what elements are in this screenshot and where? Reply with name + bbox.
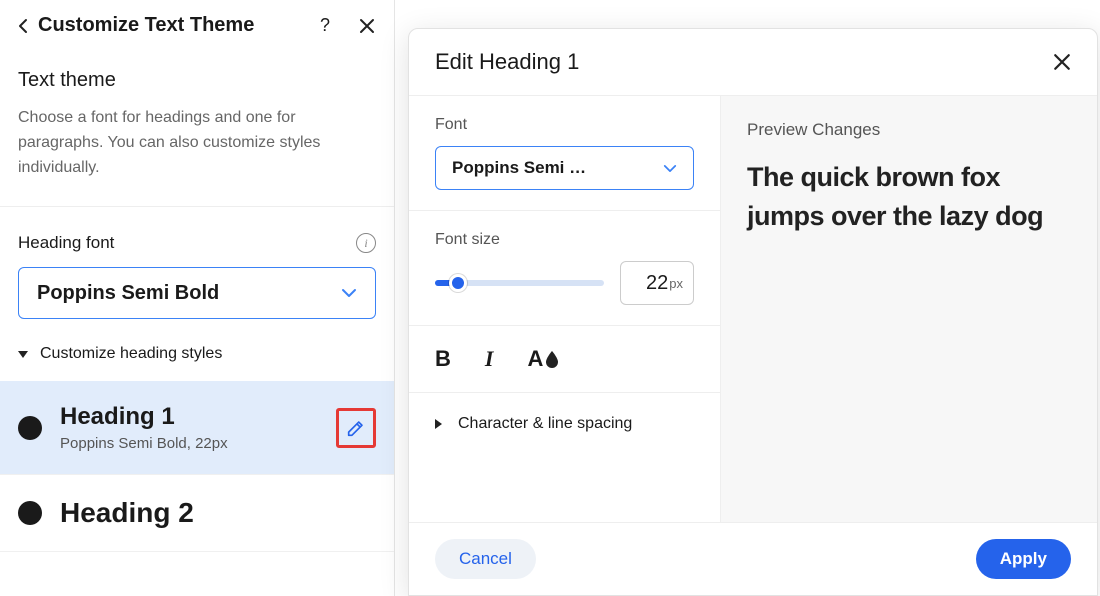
info-icon: i [364, 236, 367, 251]
popover-controls: Font Poppins Semi … Font size [409, 96, 721, 522]
font-size-input[interactable]: 22px [620, 261, 694, 305]
heading-2-name: Heading 2 [60, 497, 376, 529]
font-label: Font [435, 116, 694, 134]
text-color-a-icon: A [527, 346, 543, 372]
heading-item-1[interactable]: Heading 1 Poppins Semi Bold, 22px [0, 381, 394, 475]
font-select-value: Poppins Semi … [452, 158, 586, 178]
preview-text: The quick brown fox jumps over the lazy … [747, 158, 1071, 236]
heading-styles-list: Heading 1 Poppins Semi Bold, 22px Headin… [0, 381, 394, 552]
text-theme-description: Choose a font for headings and one for p… [18, 106, 376, 180]
popover-title: Edit Heading 1 [435, 49, 579, 75]
customize-heading-styles-label: Customize heading styles [40, 345, 222, 363]
triangle-down-icon [18, 351, 28, 358]
popover-footer: Cancel Apply [409, 522, 1097, 595]
chevron-left-icon [18, 18, 28, 34]
text-style-row: B I A [409, 326, 720, 393]
customize-text-theme-panel: Customize Text Theme ? Text theme Choose… [0, 0, 395, 596]
heading-1-detail: Poppins Semi Bold, 22px [60, 435, 318, 452]
popover-close-button[interactable] [1053, 53, 1071, 71]
heading-font-info[interactable]: i [356, 233, 376, 253]
bullet-icon [18, 501, 42, 525]
font-size-label: Font size [435, 231, 694, 249]
spacing-label: Character & line spacing [458, 415, 632, 433]
preview-panel: Preview Changes The quick brown fox jump… [721, 96, 1097, 522]
drop-icon [545, 350, 559, 368]
panel-title: Customize Text Theme [38, 14, 316, 37]
slider-thumb[interactable] [449, 274, 467, 292]
text-theme-heading: Text theme [18, 69, 376, 92]
italic-button[interactable]: I [485, 346, 494, 372]
chevron-down-icon [663, 164, 677, 173]
font-size-slider[interactable] [435, 273, 604, 293]
heading-font-label: Heading font [18, 233, 114, 253]
heading-item-2[interactable]: Heading 2 [0, 475, 394, 552]
font-size-value: 22 [646, 272, 668, 295]
close-panel-button[interactable] [358, 17, 376, 35]
divider [0, 206, 394, 207]
pencil-icon[interactable] [345, 417, 367, 439]
help-icon: ? [320, 15, 330, 36]
heading-1-name: Heading 1 [60, 403, 318, 431]
bold-icon: B [435, 346, 451, 372]
character-line-spacing-toggle[interactable]: Character & line spacing [409, 393, 720, 455]
font-select[interactable]: Poppins Semi … [435, 146, 694, 190]
chevron-down-icon [341, 288, 357, 298]
back-button[interactable] [18, 18, 38, 34]
popover-header: Edit Heading 1 [409, 29, 1097, 96]
triangle-right-icon [435, 419, 442, 429]
edit-heading-popover: Edit Heading 1 Font Poppins Semi … Font … [408, 28, 1098, 596]
help-button[interactable]: ? [316, 17, 334, 35]
close-icon [359, 18, 375, 34]
panel-header: Customize Text Theme ? [0, 0, 394, 51]
cancel-button[interactable]: Cancel [435, 539, 536, 579]
edit-heading-1-highlight [336, 408, 376, 448]
font-size-unit: px [669, 276, 683, 291]
heading-font-select[interactable]: Poppins Semi Bold [18, 267, 376, 319]
bullet-icon [18, 416, 42, 440]
apply-button[interactable]: Apply [976, 539, 1071, 579]
bold-button[interactable]: B [435, 346, 451, 372]
close-icon [1053, 53, 1071, 71]
italic-icon: I [485, 346, 494, 372]
preview-label: Preview Changes [747, 120, 1071, 140]
customize-heading-styles-toggle[interactable]: Customize heading styles [18, 345, 376, 363]
heading-font-value: Poppins Semi Bold [37, 282, 219, 305]
text-color-button[interactable]: A [527, 346, 559, 372]
